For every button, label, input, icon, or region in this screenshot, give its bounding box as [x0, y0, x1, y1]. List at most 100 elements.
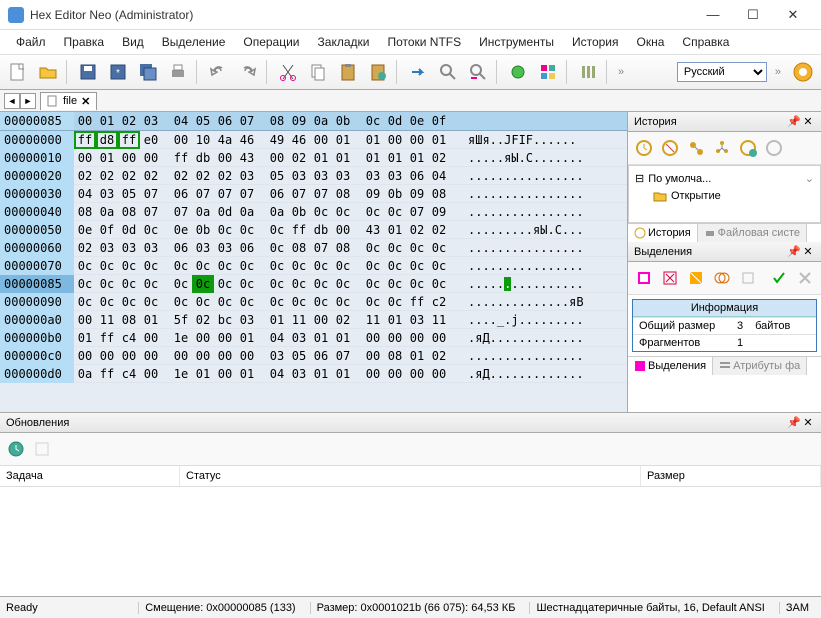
hex-byte[interactable]: 0c — [362, 203, 384, 221]
history-tree[interactable]: ⊟По умолча...⌄ Открытие — [628, 165, 821, 223]
ascii-cell[interactable]: ................ — [464, 167, 588, 185]
menu-Окна[interactable]: Окна — [629, 32, 673, 52]
hex-byte[interactable]: 00 — [214, 329, 236, 347]
hex-byte[interactable]: 0c — [406, 257, 428, 275]
hex-byte[interactable]: 0c — [384, 257, 406, 275]
hex-byte[interactable]: 1e — [170, 365, 192, 383]
ascii-cell[interactable]: ................ — [464, 203, 588, 221]
hex-byte[interactable]: 10 — [192, 131, 214, 149]
overflow-icon[interactable]: » — [771, 66, 785, 78]
hex-byte[interactable]: 04 — [266, 365, 288, 383]
hex-byte[interactable]: 01 — [74, 329, 96, 347]
hex-byte[interactable]: 01 — [310, 365, 332, 383]
hex-byte[interactable]: 01 — [428, 131, 450, 149]
hex-byte[interactable]: 03 — [140, 239, 162, 257]
panel-close-icon[interactable]: ✕ — [801, 245, 815, 258]
history-tree-icon[interactable] — [710, 136, 734, 160]
hex-byte[interactable]: 06 — [170, 239, 192, 257]
paste-button[interactable] — [334, 58, 362, 86]
hex-byte[interactable]: 00 — [332, 221, 354, 239]
menu-Инструменты[interactable]: Инструменты — [471, 32, 562, 52]
hex-byte[interactable]: 5f — [170, 311, 192, 329]
tab-filesystem[interactable]: Файловая систе — [698, 224, 807, 242]
hex-byte[interactable]: 01 — [332, 365, 354, 383]
hex-byte[interactable]: 00 — [74, 311, 96, 329]
hex-byte[interactable]: ff — [406, 293, 428, 311]
redo-button[interactable] — [234, 58, 262, 86]
hex-byte[interactable]: 02 — [170, 167, 192, 185]
hex-row[interactable]: 000000a0001108015f02bc030111000211010311… — [0, 311, 627, 329]
hex-byte[interactable]: 05 — [288, 347, 310, 365]
hex-byte[interactable]: 00 — [118, 149, 140, 167]
hex-byte[interactable]: 02 — [332, 311, 354, 329]
hex-byte[interactable]: 00 — [428, 365, 450, 383]
hex-byte[interactable]: 0c — [288, 293, 310, 311]
hex-byte[interactable]: 0d — [118, 221, 140, 239]
hex-byte[interactable]: 01 — [332, 131, 354, 149]
hex-byte[interactable]: 09 — [428, 203, 450, 221]
hex-byte[interactable]: 0c — [192, 275, 214, 293]
ascii-cell[interactable]: .яД............. — [464, 329, 588, 347]
hex-byte[interactable]: ff — [96, 329, 118, 347]
hex-byte[interactable]: 02 — [428, 149, 450, 167]
hex-byte[interactable]: 00 — [192, 347, 214, 365]
hex-row[interactable]: 000000700c0c0c0c0c0c0c0c0c0c0c0c0c0c0c0c… — [0, 257, 627, 275]
hex-row[interactable]: 000000900c0c0c0c0c0c0c0c0c0c0c0c0c0cffc2… — [0, 293, 627, 311]
hex-byte[interactable]: 03 — [96, 239, 118, 257]
sel-add-icon[interactable] — [632, 266, 656, 290]
ascii-cell[interactable]: ................ — [464, 347, 588, 365]
hex-byte[interactable]: 0c — [332, 293, 354, 311]
hex-byte[interactable]: 0c — [288, 257, 310, 275]
overflow-icon[interactable]: » — [614, 66, 628, 78]
hex-byte[interactable]: 06 — [310, 347, 332, 365]
hex-byte[interactable]: 08 — [428, 185, 450, 203]
hex-byte[interactable]: 01 — [384, 311, 406, 329]
maximize-button[interactable]: ☐ — [733, 1, 773, 29]
hex-byte[interactable]: 00 — [406, 329, 428, 347]
hex-byte[interactable]: 06 — [236, 239, 258, 257]
hex-byte[interactable]: 01 — [266, 311, 288, 329]
hex-byte[interactable]: c2 — [428, 293, 450, 311]
hex-byte[interactable]: 00 — [96, 347, 118, 365]
goto-button[interactable] — [404, 58, 432, 86]
hex-byte[interactable]: bc — [214, 311, 236, 329]
hex-byte[interactable]: 0c — [406, 275, 428, 293]
hex-byte[interactable]: 0c — [74, 257, 96, 275]
hex-byte[interactable]: 03 — [362, 167, 384, 185]
hex-row[interactable]: 000000500e0f0d0c0e0b0c0c0cffdb0043010202… — [0, 221, 627, 239]
hex-byte[interactable]: 00 — [362, 347, 384, 365]
hex-byte[interactable]: 02 — [288, 149, 310, 167]
history-branch-icon[interactable] — [684, 136, 708, 160]
hex-byte[interactable]: c4 — [118, 365, 140, 383]
history-redo-icon[interactable] — [658, 136, 682, 160]
hex-byte[interactable]: ff — [74, 131, 96, 149]
hex-row[interactable]: 00000040080a0807070a0d0a0a0b0c0c0c0c0709… — [0, 203, 627, 221]
hex-byte[interactable]: 0c — [140, 221, 162, 239]
hex-byte[interactable]: 0c — [332, 203, 354, 221]
update-check-icon[interactable] — [4, 437, 28, 461]
hex-byte[interactable]: 0c — [266, 275, 288, 293]
hex-byte[interactable]: 02 — [214, 167, 236, 185]
hex-byte[interactable]: 0c — [214, 221, 236, 239]
hex-byte[interactable]: 01 — [236, 365, 258, 383]
hex-byte[interactable]: 46 — [288, 131, 310, 149]
hex-row[interactable]: 000000850c0c0c0c0c0c0c0c0c0c0c0c0c0c0c0c… — [0, 275, 627, 293]
hex-byte[interactable]: 0c — [74, 275, 96, 293]
hex-byte[interactable]: 03 — [266, 347, 288, 365]
hex-byte[interactable]: 0c — [288, 275, 310, 293]
hex-byte[interactable]: 0c — [332, 275, 354, 293]
hex-byte[interactable]: 11 — [362, 311, 384, 329]
hex-byte[interactable]: 03 — [406, 311, 428, 329]
hex-byte[interactable]: 0c — [310, 293, 332, 311]
hex-byte[interactable]: 00 — [384, 329, 406, 347]
hex-byte[interactable]: 0c — [310, 275, 332, 293]
hex-byte[interactable]: 0b — [384, 185, 406, 203]
menu-Потоки NTFS[interactable]: Потоки NTFS — [379, 32, 469, 52]
hex-byte[interactable]: 0b — [288, 203, 310, 221]
hex-byte[interactable]: 49 — [266, 131, 288, 149]
hex-byte[interactable]: 01 — [384, 221, 406, 239]
menu-Выделение[interactable]: Выделение — [154, 32, 234, 52]
hex-editor-pane[interactable]: 00000085 000102030405060708090a0b0c0d0e0… — [0, 112, 627, 412]
hex-byte[interactable]: 08 — [118, 203, 140, 221]
open-button[interactable] — [34, 58, 62, 86]
